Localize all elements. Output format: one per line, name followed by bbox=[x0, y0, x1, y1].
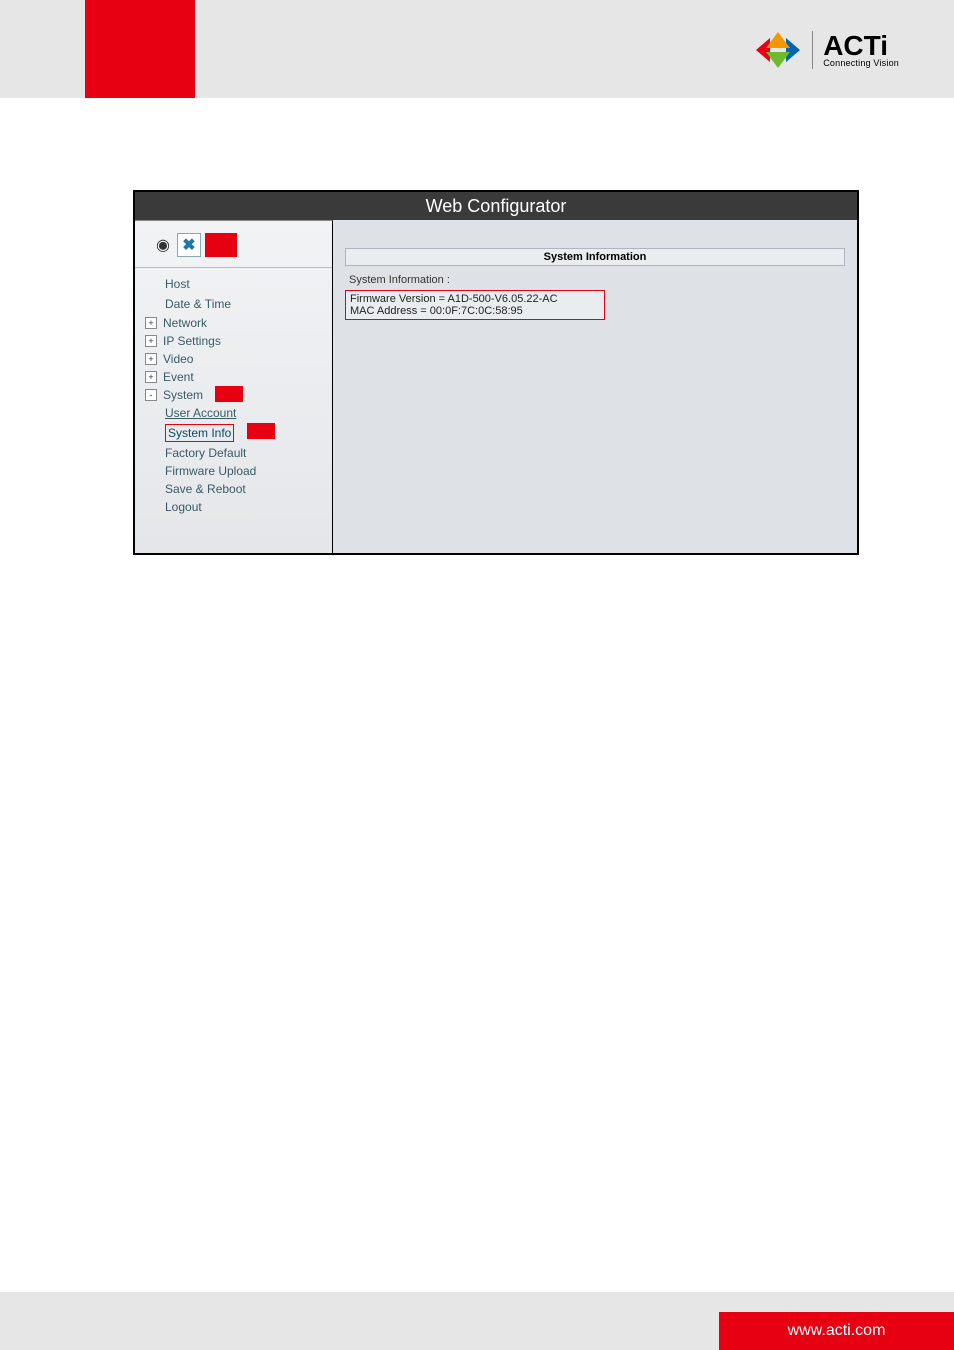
brand-tagline: Connecting Vision bbox=[823, 58, 899, 68]
nav-item-logout[interactable]: Logout bbox=[163, 498, 324, 516]
brand-separator bbox=[812, 31, 813, 69]
expand-icon[interactable]: + bbox=[145, 335, 157, 347]
collapse-icon[interactable]: - bbox=[145, 389, 157, 401]
highlight-marker-icon bbox=[247, 423, 275, 439]
brand-name: ACTi bbox=[823, 32, 899, 60]
nav-group-label: Video bbox=[163, 352, 193, 366]
camera-icon[interactable]: ◉ bbox=[153, 235, 173, 255]
brand-mark-icon bbox=[754, 30, 802, 70]
nav-item-date-time[interactable]: Date & Time bbox=[145, 294, 324, 314]
mac-address-line: MAC Address = 00:0F:7C:0C:58:95 bbox=[350, 305, 600, 317]
footer-url-box: www.acti.com bbox=[719, 1312, 954, 1350]
brand-logo: ACTi Connecting Vision bbox=[754, 30, 899, 70]
panel-title-bar: System Information bbox=[345, 248, 845, 266]
window-title-bar: Web Configurator bbox=[135, 192, 857, 220]
brand-text: ACTi Connecting Vision bbox=[823, 32, 899, 68]
expand-icon[interactable]: + bbox=[145, 317, 157, 329]
nav-group-label: System bbox=[163, 388, 203, 402]
web-configurator-window: Web Configurator ◉ ✖ Host Date & Time + … bbox=[133, 190, 859, 555]
footer-url: www.acti.com bbox=[788, 1322, 886, 1340]
window-title: Web Configurator bbox=[426, 196, 567, 217]
nav-item-save-reboot[interactable]: Save & Reboot bbox=[163, 480, 324, 498]
nav-group-label: Event bbox=[163, 370, 194, 384]
section-label: System Information : bbox=[345, 272, 845, 288]
nav-item-user-account[interactable]: User Account bbox=[163, 404, 324, 422]
nav-group-ip-settings[interactable]: + IP Settings bbox=[145, 332, 324, 350]
expand-icon[interactable]: + bbox=[145, 371, 157, 383]
nav-item-system-info[interactable]: System Info bbox=[163, 422, 324, 444]
nav-item-system-info-label: System Info bbox=[165, 424, 234, 442]
indicator-icon bbox=[205, 233, 237, 257]
nav-item-firmware-upload[interactable]: Firmware Upload bbox=[163, 462, 324, 480]
nav-tree: Host Date & Time + Network + IP Settings… bbox=[135, 268, 332, 522]
panel-title: System Information bbox=[544, 251, 647, 263]
firmware-version-line: Firmware Version = A1D-500-V6.05.22-AC bbox=[350, 293, 600, 305]
sidebar-toolbar: ◉ ✖ bbox=[135, 227, 332, 268]
nav-group-system[interactable]: - System bbox=[145, 386, 324, 404]
nav-item-host[interactable]: Host bbox=[145, 274, 324, 294]
sidebar: ◉ ✖ Host Date & Time + Network + IP Sett… bbox=[135, 220, 333, 553]
system-info-section: System Information : Firmware Version = … bbox=[345, 272, 845, 320]
system-info-box: Firmware Version = A1D-500-V6.05.22-AC M… bbox=[345, 290, 605, 320]
nav-group-network[interactable]: + Network bbox=[145, 314, 324, 332]
nav-group-system-children: User Account System Info Factory Default… bbox=[145, 404, 324, 516]
document-red-tab bbox=[85, 0, 195, 98]
highlight-marker-icon bbox=[215, 386, 243, 402]
nav-group-event[interactable]: + Event bbox=[145, 368, 324, 386]
nav-item-factory-default[interactable]: Factory Default bbox=[163, 444, 324, 462]
nav-group-video[interactable]: + Video bbox=[145, 350, 324, 368]
nav-group-label: Network bbox=[163, 316, 207, 330]
tool-icon[interactable]: ✖ bbox=[177, 233, 201, 257]
expand-icon[interactable]: + bbox=[145, 353, 157, 365]
content-panel: System Information System Information : … bbox=[333, 220, 857, 553]
nav-group-label: IP Settings bbox=[163, 334, 221, 348]
